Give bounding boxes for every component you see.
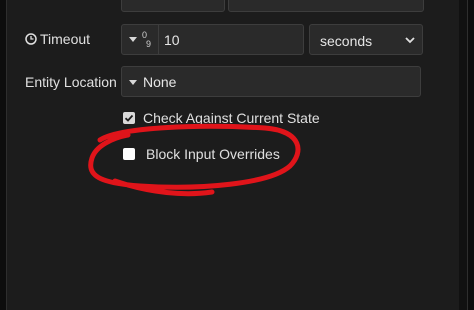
top-right-field-text: ... xyxy=(269,0,278,3)
entity-location-value: None xyxy=(143,74,177,90)
chevron-down-icon xyxy=(129,37,137,42)
top-right-field-prefix: ᶻ xyxy=(257,0,261,3)
timeout-label-row: Timeout xyxy=(25,31,90,47)
chevron-down-icon xyxy=(129,80,137,85)
chevron-down-icon xyxy=(405,37,415,44)
timeout-label: Timeout xyxy=(40,31,91,47)
block-input-overrides-label: Block Input Overrides xyxy=(146,146,280,162)
check-current-state-label: Check Against Current State xyxy=(143,110,320,126)
timeout-unit-value: seconds xyxy=(320,33,373,49)
clock-icon xyxy=(25,33,37,45)
timeout-type-selector[interactable]: 0 9 xyxy=(122,25,159,54)
timeout-unit-select[interactable]: seconds xyxy=(309,24,423,55)
timeout-input[interactable]: 0 9 10 xyxy=(121,24,304,55)
top-right-field-partial[interactable]: ᶻ ... xyxy=(228,0,424,12)
properties-panel: ... ᶻ ... Timeout 0 9 10 seconds Entity … xyxy=(6,0,468,310)
entity-location-select[interactable]: None xyxy=(121,66,421,97)
timeout-value: 10 xyxy=(164,32,180,48)
top-left-field-partial[interactable]: ... xyxy=(121,0,225,12)
top-left-field-text: ... xyxy=(132,0,141,3)
scrollbar[interactable] xyxy=(459,0,467,310)
check-current-state-checkbox[interactable] xyxy=(123,112,135,124)
block-input-overrides-checkbox[interactable] xyxy=(123,148,135,160)
number-type-icon: 0 9 xyxy=(142,31,151,49)
checkmark-icon xyxy=(124,114,134,122)
number-type-bottom: 9 xyxy=(146,39,152,49)
entity-location-label: Entity Location xyxy=(25,74,117,90)
